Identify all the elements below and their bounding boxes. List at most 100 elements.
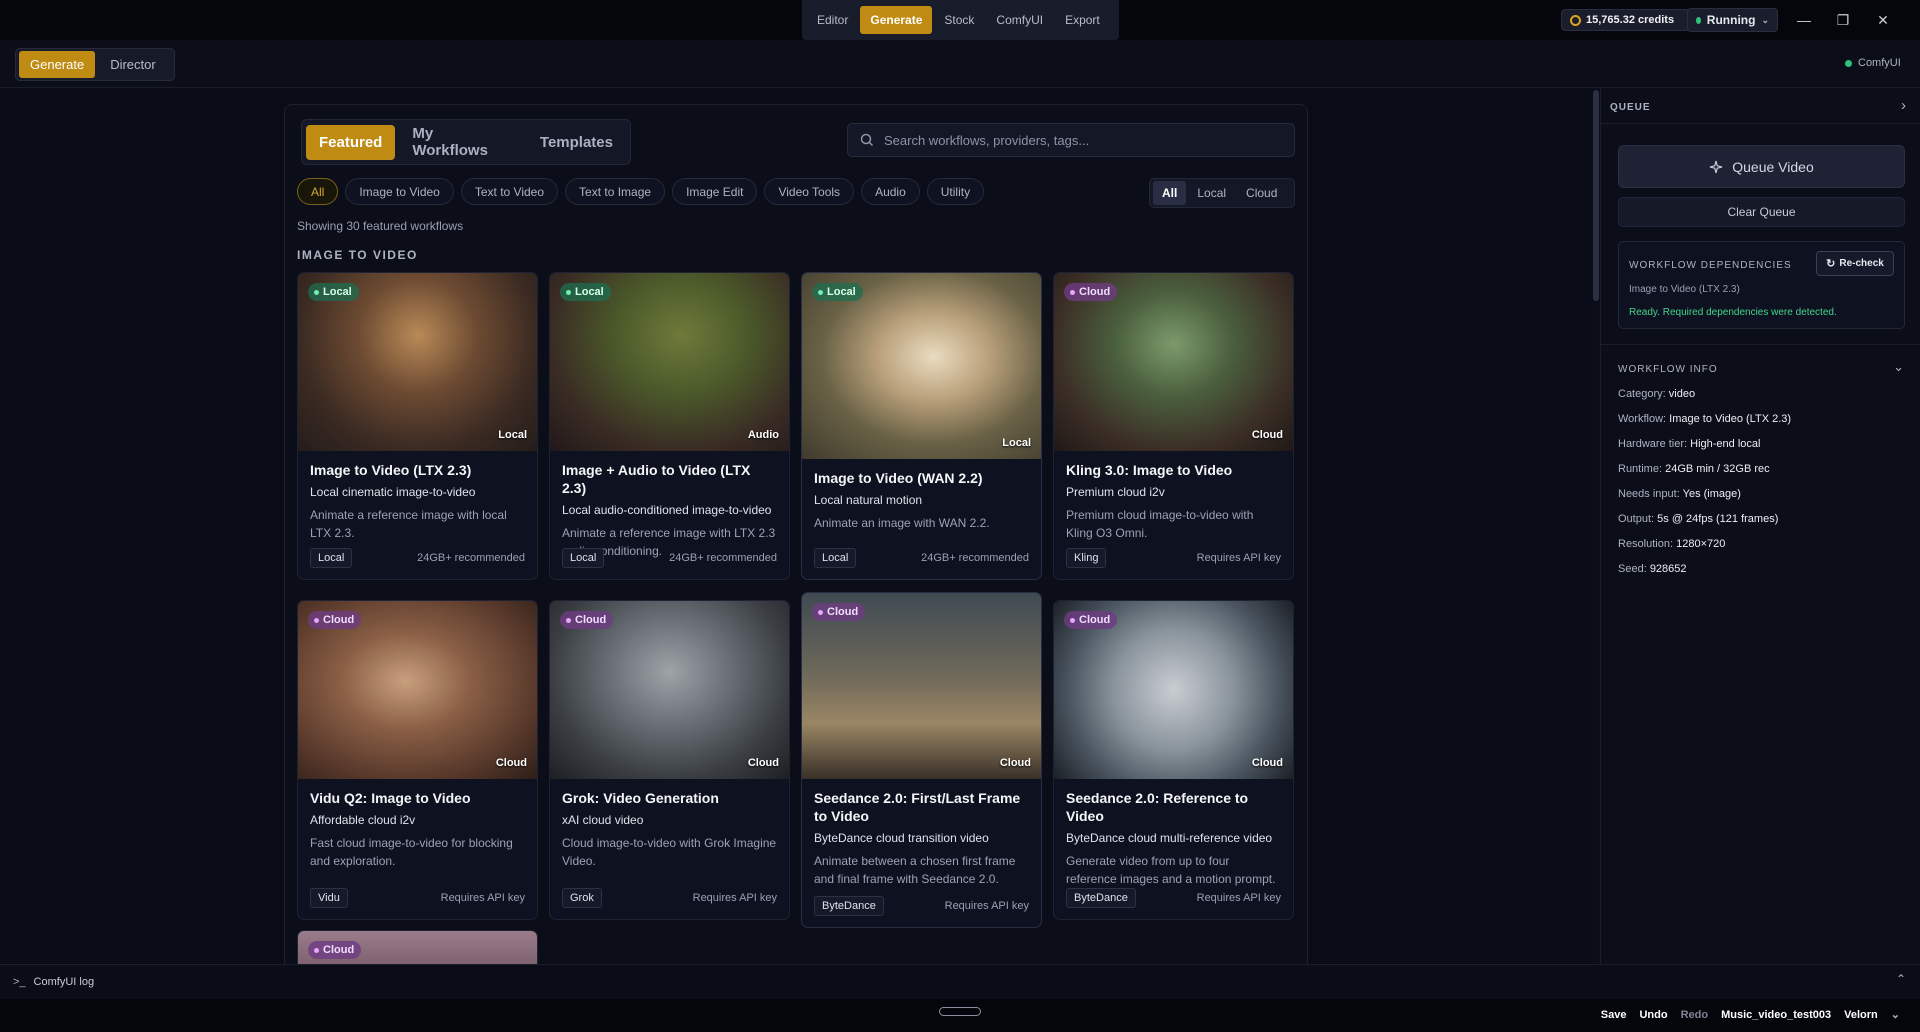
- result-count: Showing 30 featured workflows: [297, 219, 464, 233]
- provider-tag: Grok: [562, 888, 602, 908]
- chip-text-to-image[interactable]: Text to Image: [565, 178, 666, 205]
- card-title: Seedance 2.0: First/Last Frame to Video: [814, 790, 1021, 824]
- chip-video-tools[interactable]: Video Tools: [764, 178, 855, 205]
- tab-templates[interactable]: Templates: [527, 125, 626, 160]
- save-button[interactable]: Save: [1601, 1009, 1627, 1021]
- card-subtitle: xAI cloud video: [562, 813, 644, 827]
- search-input[interactable]: Search workflows, providers, tags...: [884, 133, 1089, 148]
- nav-comfyui[interactable]: ComfyUI: [986, 6, 1053, 34]
- project-name[interactable]: Music_video_test003: [1721, 1009, 1831, 1021]
- card-thumbnail: Local Local: [298, 273, 537, 451]
- chip-all[interactable]: All: [297, 178, 339, 205]
- card-title: Kling 3.0: Image to Video: [1066, 462, 1233, 478]
- queue-header: QUEUE: [1610, 102, 1651, 113]
- chip-image-to-video[interactable]: Image to Video: [345, 178, 454, 205]
- nav-generate[interactable]: Generate: [860, 6, 933, 34]
- thumbnail-label: Audio: [747, 429, 779, 441]
- local-badge: Local: [308, 283, 359, 301]
- chip-text-to-video[interactable]: Text to Video: [460, 178, 559, 205]
- thumbnail-label: Cloud: [1251, 757, 1283, 769]
- undo-button[interactable]: Undo: [1639, 1009, 1667, 1021]
- workflow-card[interactable]: Local Audio Image + Audio to Video (LTX …: [549, 272, 790, 580]
- credits-badge[interactable]: 15,765.32 credits: [1561, 9, 1690, 31]
- mode-generate[interactable]: Generate: [19, 51, 96, 78]
- card-title: Image to Video (WAN 2.2): [814, 470, 983, 486]
- requirement: Requires API key: [944, 900, 1029, 912]
- workflow-card[interactable]: Local Local Image to Video (WAN 2.2) Loc…: [801, 272, 1042, 580]
- running-status[interactable]: Running ⌄: [1687, 8, 1778, 32]
- thumbnail-label: Cloud: [495, 757, 527, 769]
- workflow-card[interactable]: Local Local Image to Video (LTX 2.3) Loc…: [297, 272, 538, 580]
- mode-director[interactable]: Director: [99, 51, 167, 78]
- local-badge: Local: [812, 283, 863, 301]
- status-dot-icon: [1696, 16, 1701, 24]
- info-row: Workflow: Image to Video (LTX 2.3): [1618, 413, 1792, 425]
- restore-icon[interactable]: ❐: [1833, 10, 1853, 30]
- chevron-down-icon[interactable]: ⌄: [1893, 359, 1904, 375]
- nav-export[interactable]: Export: [1055, 6, 1110, 34]
- card-subtitle: Local cinematic image-to-video: [310, 485, 476, 499]
- workflow-card[interactable]: Cloud Cloud Kling 3.0: Image to Video Pr…: [1053, 272, 1294, 580]
- local-badge: Local: [560, 283, 611, 301]
- card-description: Premium cloud image-to-video with Kling …: [1066, 508, 1254, 540]
- card-description: Generate video from up to four reference…: [1066, 854, 1276, 886]
- redo-button[interactable]: Redo: [1681, 1009, 1709, 1021]
- minimize-icon[interactable]: —: [1794, 10, 1814, 30]
- scrollbar-thumb[interactable]: [1593, 90, 1599, 301]
- workflow-card[interactable]: Cloud Cloud Vidu Q2: Image to Video Affo…: [297, 600, 538, 920]
- clear-queue-button[interactable]: Clear Queue: [1618, 197, 1905, 227]
- card-description: Animate an image with WAN 2.2.: [814, 516, 990, 530]
- provider-tag: Kling: [1066, 548, 1107, 568]
- search-box[interactable]: Search workflows, providers, tags...: [847, 123, 1295, 157]
- requirement: Requires API key: [1196, 892, 1281, 904]
- comfyui-log-bar[interactable]: >_ ComfyUI log: [0, 964, 1920, 999]
- card-thumbnail: Cloud Cloud: [1054, 601, 1293, 779]
- provider-tag: Local: [562, 548, 605, 568]
- user-menu[interactable]: Velorn: [1844, 1009, 1878, 1021]
- nav-stock[interactable]: Stock: [934, 6, 984, 34]
- nav-editor[interactable]: Editor: [807, 6, 858, 34]
- browser-tabs: Featured My Workflows Templates: [301, 119, 631, 165]
- card-subtitle: Affordable cloud i2v: [310, 813, 416, 827]
- tab-my-workflows[interactable]: My Workflows: [399, 116, 523, 168]
- chevron-down-icon[interactable]: ⌄: [1891, 1008, 1900, 1021]
- queue-panel: QUEUE › Queue Video Clear Queue WORKFLOW…: [1600, 88, 1920, 964]
- filter-all[interactable]: All: [1153, 181, 1187, 205]
- card-subtitle: Local audio-conditioned image-to-video: [562, 503, 772, 517]
- chip-image-edit[interactable]: Image Edit: [672, 178, 758, 205]
- requirement: 24GB+ recommended: [417, 552, 525, 564]
- filter-cloud[interactable]: Cloud: [1237, 181, 1286, 205]
- requirement: Requires API key: [692, 892, 777, 904]
- close-icon[interactable]: ✕: [1873, 10, 1893, 30]
- log-label: ComfyUI log: [33, 976, 95, 988]
- info-row: Seed: 928652: [1618, 563, 1687, 575]
- cloud-badge: Cloud: [308, 941, 362, 959]
- recheck-button[interactable]: ↻ Re-check: [1816, 251, 1894, 276]
- requirement: Requires API key: [440, 892, 525, 904]
- chip-audio[interactable]: Audio: [861, 178, 920, 205]
- card-thumbnail: Cloud Cloud: [550, 601, 789, 779]
- sub-bar: [0, 40, 1920, 88]
- refresh-icon: ↻: [1826, 258, 1836, 270]
- workflow-card[interactable]: Cloud Cloud Seedance 2.0: Reference to V…: [1053, 600, 1294, 920]
- card-title: Grok: Video Generation: [562, 790, 719, 806]
- mode-switch: Generate Director: [15, 48, 175, 81]
- chevron-right-icon[interactable]: ›: [1901, 97, 1906, 114]
- provider-tag: Local: [814, 548, 857, 568]
- thumbnail-label: Local: [1002, 437, 1031, 449]
- chip-utility[interactable]: Utility: [926, 178, 985, 205]
- workflow-card[interactable]: Cloud Cloud Seedance 2.0: First/Last Fra…: [801, 592, 1042, 928]
- filter-local[interactable]: Local: [1188, 181, 1235, 205]
- card-thumbnail: Cloud Cloud: [1054, 273, 1293, 451]
- requirement: 24GB+ recommended: [669, 552, 777, 564]
- card-thumbnail: Cloud: [298, 931, 537, 964]
- tab-featured[interactable]: Featured: [306, 124, 396, 160]
- workflow-info-title: WORKFLOW INFO: [1618, 364, 1718, 375]
- chevron-up-icon[interactable]: ⌃: [1896, 972, 1906, 986]
- workflow-card[interactable]: Cloud: [297, 930, 538, 964]
- workflow-card[interactable]: Cloud Cloud Grok: Video Generation xAI c…: [549, 600, 790, 920]
- category-chips: All Image to Video Text to Video Text to…: [297, 178, 985, 205]
- drag-handle[interactable]: [939, 1007, 981, 1016]
- queue-video-button[interactable]: Queue Video: [1618, 145, 1905, 188]
- thumbnail-label: Cloud: [747, 757, 779, 769]
